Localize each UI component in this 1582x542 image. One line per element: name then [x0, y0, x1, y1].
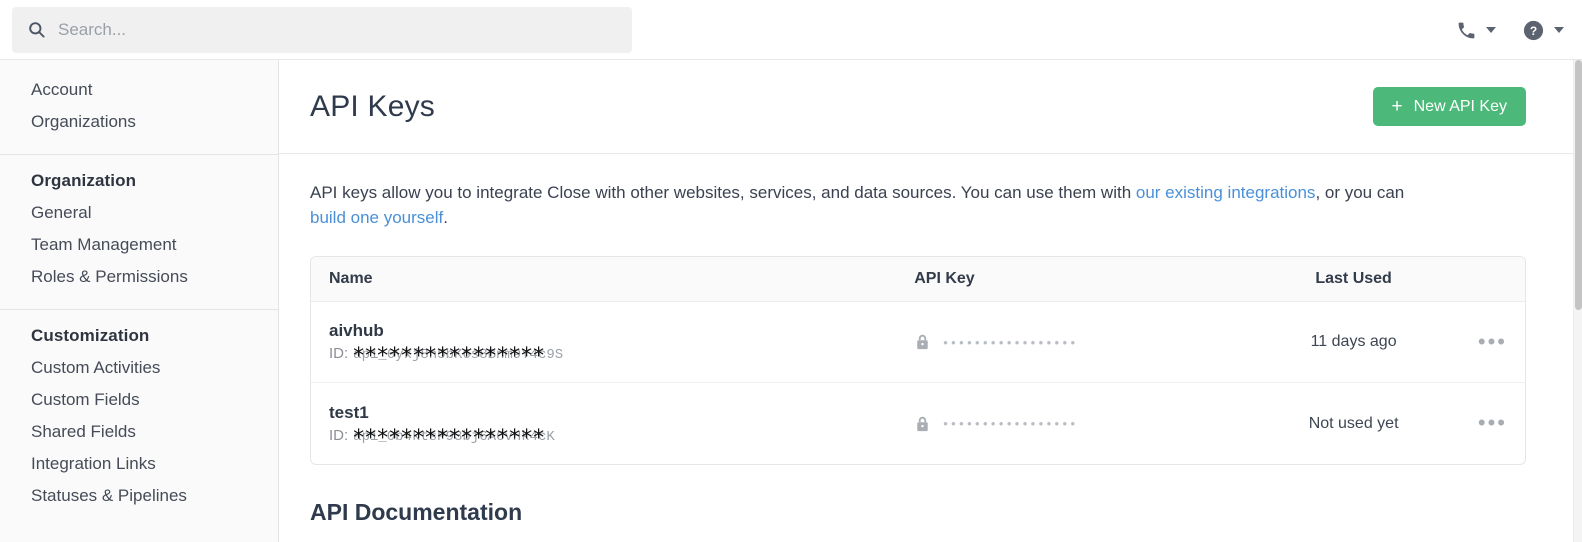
- api-key-name-cell: test1 ID: api_0b4ktsP93bj6A6vHk4cK *****…: [329, 402, 914, 451]
- page-title: API Keys: [310, 89, 435, 123]
- sidebar-group-organization: Organization General Team Management Rol…: [0, 155, 278, 310]
- column-header-last-used: Last Used: [1315, 270, 1392, 287]
- sidebar-item-general[interactable]: General: [0, 197, 278, 229]
- scrollbar-thumb[interactable]: [1575, 60, 1582, 310]
- sidebar-item-custom-fields[interactable]: Custom Fields: [0, 384, 278, 416]
- intro-text-2: , or you can: [1315, 183, 1405, 202]
- api-key-id: ID: api_6ykj8n5bK6s8Bnm9Y4c9S **********…: [329, 344, 914, 369]
- column-header-api-key: API Key: [914, 270, 975, 287]
- sidebar-group-customization: Customization Custom Activities Custom F…: [0, 310, 278, 528]
- api-key-name: aivhub: [329, 321, 384, 340]
- sidebar-heading-customization: Customization: [31, 326, 150, 345]
- column-header-name: Name: [329, 270, 373, 287]
- new-api-key-label: New API Key: [1413, 97, 1507, 115]
- top-bar: ?: [0, 0, 1582, 60]
- api-key-name-cell: aivhub ID: api_6ykj8n5bK6s8Bnm9Y4c9S ***…: [329, 321, 914, 369]
- search-input[interactable]: [58, 6, 618, 53]
- lock-icon: [914, 415, 931, 433]
- existing-integrations-link[interactable]: our existing integrations: [1136, 183, 1316, 202]
- last-used-value: Not used yet: [1308, 414, 1399, 432]
- last-used-cell: 11 days ago: [1266, 333, 1440, 351]
- api-key-id-value: api_0b4ktsP93bj6A6vHk4cK ***************…: [353, 425, 555, 451]
- top-bar-actions: ?: [1456, 0, 1564, 60]
- phone-menu[interactable]: [1456, 20, 1496, 41]
- api-keys-table: Name API Key Last Used aivhub ID: api_6y…: [310, 256, 1526, 465]
- api-key-name: test1: [329, 402, 369, 422]
- main-content: API Keys + New API Key API keys allow yo…: [279, 60, 1574, 542]
- sidebar-item-organizations[interactable]: Organizations: [0, 106, 278, 138]
- plus-icon: +: [1391, 96, 1403, 117]
- lock-icon: [914, 333, 931, 351]
- api-key-id: ID: api_0b4ktsP93bj6A6vHk4cK ***********…: [329, 425, 914, 451]
- sidebar-item-custom-activities[interactable]: Custom Activities: [0, 352, 278, 384]
- api-key-masked-value: •••••••••••••••••: [943, 334, 1079, 350]
- redaction-overlay: ****************: [353, 344, 546, 369]
- ellipsis-icon[interactable]: •••: [1478, 330, 1507, 353]
- svg-text:?: ?: [1530, 23, 1537, 37]
- sidebar-group-account: Account Organizations: [0, 60, 278, 155]
- page-header: API Keys + New API Key: [279, 60, 1574, 154]
- api-key-value-cell: •••••••••••••••••: [914, 333, 1266, 351]
- settings-sidebar: Account Organizations Organization Gener…: [0, 60, 279, 542]
- table-row[interactable]: aivhub ID: api_6ykj8n5bK6s8Bnm9Y4c9S ***…: [311, 302, 1525, 383]
- help-menu[interactable]: ?: [1522, 19, 1564, 42]
- sidebar-heading-organization: Organization: [31, 171, 137, 190]
- sidebar-item-integration-links[interactable]: Integration Links: [0, 448, 278, 480]
- table-row[interactable]: test1 ID: api_0b4ktsP93bj6A6vHk4cK *****…: [311, 383, 1525, 464]
- row-actions-cell: •••: [1441, 412, 1507, 435]
- api-key-masked-value: •••••••••••••••••: [943, 416, 1079, 431]
- intro-paragraph: API keys allow you to integrate Close wi…: [279, 154, 1489, 230]
- last-used-cell: Not used yet: [1266, 415, 1440, 433]
- sidebar-item-roles-permissions[interactable]: Roles & Permissions: [0, 261, 278, 293]
- chevron-down-icon: [1554, 27, 1564, 33]
- api-key-id-label: ID:: [329, 426, 349, 444]
- sidebar-item-shared-fields[interactable]: Shared Fields: [0, 416, 278, 448]
- api-key-value-cell: •••••••••••••••••: [914, 415, 1266, 433]
- row-actions-cell: •••: [1441, 330, 1507, 354]
- api-key-id-value: api_6ykj8n5bK6s8Bnm9Y4c9S **************…: [353, 344, 564, 369]
- build-one-yourself-link[interactable]: build one yourself: [310, 208, 443, 227]
- ellipsis-icon[interactable]: •••: [1478, 412, 1507, 434]
- search-icon: [26, 20, 46, 40]
- phone-icon: [1456, 20, 1477, 41]
- help-circle-icon: ?: [1522, 19, 1545, 42]
- sidebar-item-account[interactable]: Account: [0, 74, 278, 106]
- api-key-id-label: ID:: [329, 345, 349, 362]
- chevron-down-icon: [1486, 27, 1496, 33]
- new-api-key-button[interactable]: + New API Key: [1372, 87, 1526, 126]
- intro-text-3: .: [443, 208, 448, 227]
- last-used-value: 11 days ago: [1310, 333, 1397, 350]
- table-header-row: Name API Key Last Used: [311, 257, 1525, 302]
- intro-text-1: API keys allow you to integrate Close wi…: [310, 183, 1136, 202]
- page-scrollbar[interactable]: [1573, 60, 1582, 542]
- sidebar-item-statuses-pipelines[interactable]: Statuses & Pipelines: [0, 480, 278, 512]
- api-documentation-heading: API Documentation: [310, 499, 523, 525]
- redaction-overlay: ****************: [353, 425, 546, 451]
- sidebar-item-team-management[interactable]: Team Management: [0, 229, 278, 261]
- search-box[interactable]: [12, 6, 632, 53]
